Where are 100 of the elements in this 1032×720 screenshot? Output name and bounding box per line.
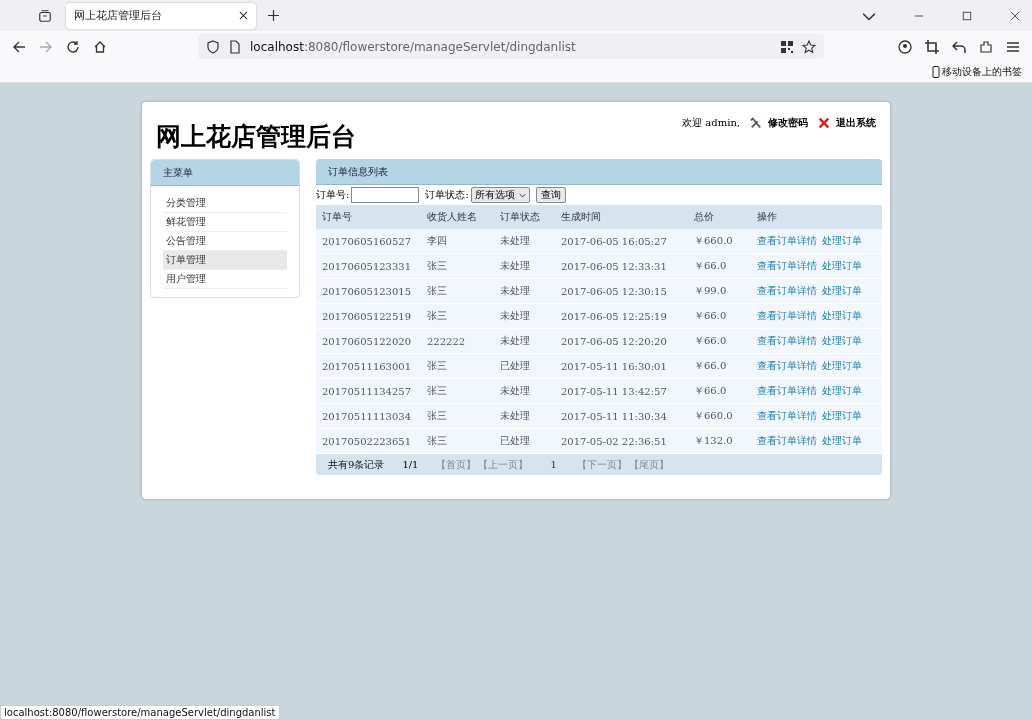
table-cell: 未处理 [494,278,555,304]
address-bar[interactable]: localhost:8080/flowerstore/manageServlet/dingdanlist [198,34,824,59]
column-header: 操作 [751,205,882,229]
table-cell: 2017-05-11 16:30:01 [555,353,688,379]
table-cell: 未处理 [494,378,555,404]
table-cell: ￥99.0 [688,278,751,304]
status-select[interactable]: 所有选项 [470,187,530,203]
table-cell: 张三 [421,303,494,329]
table-cell: 未处理 [494,253,555,279]
bookmark-item[interactable]: 移动设备上的书签 [932,65,1022,79]
logout-link[interactable]: 退出系统 [836,116,876,130]
action-link[interactable]: 查看订单详情 [757,360,817,371]
table-cell: 2017-06-05 12:30:15 [555,278,688,304]
menu-header: 主菜单 [151,160,299,186]
action-link[interactable]: 处理订单 [822,260,862,271]
column-header: 订单号 [316,205,421,229]
table-cell: 20170605123331 [316,253,421,279]
table-cell: ￥66.0 [688,378,751,404]
table-cell: 20170605123015 [316,278,421,304]
phone-icon [932,66,940,78]
table-cell: 20170605160527 [316,229,421,254]
star-icon[interactable] [802,39,816,54]
shield-icon[interactable] [206,39,220,54]
browser-tab[interactable]: 网上花店管理后台 [66,2,256,29]
order-input[interactable] [351,187,420,203]
close-icon[interactable] [1010,10,1020,21]
table-cell: 2017-05-11 11:30:34 [555,403,688,429]
action-link[interactable]: 查看订单详情 [757,260,817,271]
table-cell: 20170511163001 [316,353,421,379]
action-link[interactable]: 处理订单 [822,360,862,371]
column-header: 总价 [688,205,751,229]
table-cell: 2017-05-11 13:42:57 [555,378,688,404]
table-cell: 张三 [421,253,494,279]
welcome-text: 欢迎 admin, [682,116,740,130]
menu-item[interactable]: 鲜花管理 [163,213,287,232]
order-label: 订单号: [316,188,350,202]
undo-icon[interactable] [952,39,966,54]
caret-icon [518,192,526,198]
action-link[interactable]: 查看订单详情 [757,435,817,446]
pager-link[interactable]: 1 [550,459,557,470]
action-link[interactable]: 处理订单 [822,235,862,246]
table-cell: 2017-06-05 12:20:20 [555,328,688,354]
table-cell: 20170502223651 [316,428,421,454]
action-link[interactable]: 查看订单详情 [757,385,817,396]
site-title: 网上花店管理后台 [156,121,356,153]
table-cell: 2017-05-02 22:36:51 [555,428,688,454]
table-cell: ￥66.0 [688,328,751,354]
table-cell: ￥660.0 [688,403,751,429]
close-icon[interactable] [239,11,248,20]
back-icon[interactable] [12,39,26,54]
table-cell: 未处理 [494,328,555,354]
table-cell: 20170511134257 [316,378,421,404]
table-cell: 张三 [421,403,494,429]
menu-item[interactable]: 用户管理 [163,270,287,289]
action-link[interactable]: 处理订单 [822,310,862,321]
table-cell: 2017-06-05 12:25:19 [555,303,688,329]
menu-item[interactable]: 订单管理 [163,251,287,270]
account-icon[interactable] [898,39,912,54]
action-link[interactable]: 查看订单详情 [757,310,817,321]
column-header: 生成时间 [555,205,688,229]
action-link[interactable]: 查看订单详情 [757,335,817,346]
crop-icon[interactable] [925,39,939,54]
new-tab-icon[interactable] [268,10,279,21]
action-link[interactable]: 处理订单 [822,435,862,446]
tab-list-icon[interactable] [38,8,52,23]
table-cell: 已处理 [494,353,555,379]
menu-item[interactable]: 分类管理 [163,194,287,213]
table-cell: 222222 [421,328,494,354]
extensions-icon[interactable] [979,39,993,54]
reload-icon[interactable] [66,39,80,54]
url-text: localhost:8080/flowerstore/manageServlet/dingdanlist [250,39,576,54]
table-cell: ￥66.0 [688,253,751,279]
status-label: 订单状态: [425,188,469,202]
table-cell: 未处理 [494,403,555,429]
qr-code-icon[interactable] [780,39,794,54]
action-link[interactable]: 处理订单 [822,335,862,346]
panel-header: 订单信息列表 [316,159,882,185]
menu-icon[interactable] [1006,39,1020,54]
action-link[interactable]: 处理订单 [822,410,862,421]
action-link[interactable]: 查看订单详情 [757,410,817,421]
maximize-icon[interactable] [962,10,972,21]
column-header: 收货人姓名 [421,205,494,229]
home-icon[interactable] [93,39,107,54]
table-cell: 张三 [421,428,494,454]
table-cell: ￥66.0 [688,353,751,379]
table-cell: 张三 [421,378,494,404]
table-cell: 2017-06-05 12:33:31 [555,253,688,279]
table-cell: 20170511113034 [316,403,421,429]
page-indicator: 1/1 [402,459,419,470]
change-password-link[interactable]: 修改密码 [768,116,808,130]
action-link[interactable]: 查看订单详情 [757,285,817,296]
action-link[interactable]: 处理订单 [822,385,862,396]
search-button[interactable]: 查询 [535,187,566,203]
table-cell: 未处理 [494,303,555,329]
table-cell: 李四 [421,229,494,254]
table-cell: 20170605122519 [316,303,421,329]
action-link[interactable]: 处理订单 [822,285,862,296]
column-header: 订单状态 [494,205,555,229]
action-link[interactable]: 查看订单详情 [757,235,817,246]
table-cell: ￥66.0 [688,303,751,329]
